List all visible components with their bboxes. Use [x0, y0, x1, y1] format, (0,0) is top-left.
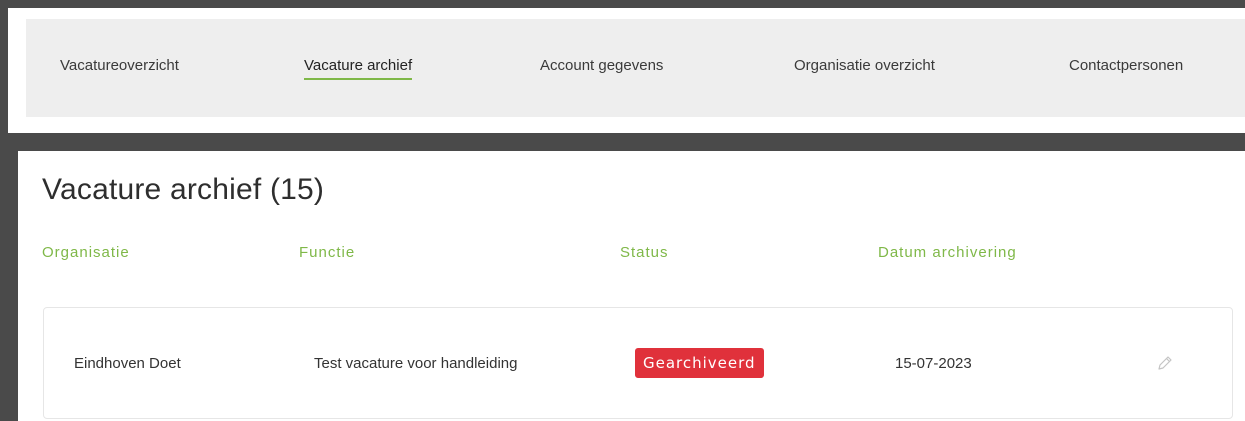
cell-organisatie: Eindhoven Doet [74, 354, 181, 372]
main-content: Vacature archief (15) Organisatie Functi… [18, 151, 1245, 421]
nav-item-label: Vacature archief [304, 57, 413, 80]
nav-item-label: Contactpersonen [1069, 56, 1184, 74]
column-header-functie: Functie [299, 244, 356, 261]
nav-item-organisatie-overzicht[interactable]: Organisatie overzicht [794, 19, 935, 117]
page-title: Vacature archief (15) [42, 173, 325, 206]
pencil-icon [1158, 356, 1172, 370]
nav-item-label: Account gegevens [540, 56, 664, 74]
column-header-datum-archivering: Datum archivering [878, 244, 1017, 261]
edit-button[interactable] [1154, 352, 1176, 374]
nav-item-contactpersonen[interactable]: Contactpersonen [1069, 19, 1183, 117]
column-header-organisatie: Organisatie [42, 244, 130, 261]
nav-item-label: Organisatie overzicht [794, 56, 935, 74]
nav-item-vacature-archief[interactable]: Vacature archief [304, 19, 413, 117]
nav-item-vacatureoverzicht[interactable]: Vacatureoverzicht [60, 19, 179, 117]
cell-datum: 15-07-2023 [895, 354, 972, 372]
nav-item-account-gegevens[interactable]: Account gegevens [540, 19, 663, 117]
cell-functie: Test vacature voor handleiding [314, 354, 518, 372]
main-nav: Vacatureoverzicht Vacature archief Accou… [26, 19, 1245, 117]
table-row[interactable]: Eindhoven Doet Test vacature voor handle… [43, 307, 1233, 419]
cell-status: Gearchiveerd [635, 308, 764, 418]
nav-item-label: Vacatureoverzicht [60, 56, 179, 74]
column-header-status: Status [620, 244, 669, 261]
status-badge: Gearchiveerd [635, 348, 764, 378]
